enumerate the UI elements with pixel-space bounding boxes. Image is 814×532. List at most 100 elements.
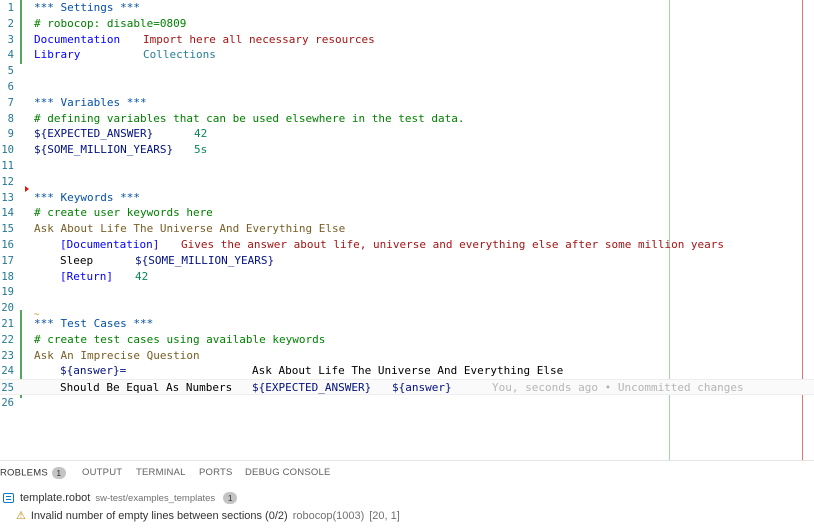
line-number: 5: [7, 65, 14, 78]
code-token: Sleep: [60, 253, 94, 267]
code-line[interactable]: 14 # create user keywords here: [0, 205, 814, 221]
file-name: template.robot: [20, 492, 91, 504]
line-number: 2: [7, 17, 14, 30]
code-token: Import here all necessary resources: [143, 32, 375, 46]
code-token: # defining variables that can be used el…: [34, 111, 465, 125]
tab-problems-label: ROBLEMS: [0, 467, 48, 479]
tab-debug-console[interactable]: DEBUG CONSOLE: [245, 467, 330, 478]
code-line[interactable]: 2 # robocop: disable=0809: [0, 16, 814, 32]
code-line[interactable]: 16 [Documentation] Gives the answer about …: [0, 237, 814, 253]
code-line[interactable]: 12: [0, 174, 814, 190]
line-number: 6: [7, 81, 14, 93]
code-token: Collections: [143, 48, 216, 62]
code-token: 42: [135, 269, 149, 283]
git-blame-annotation: You, seconds ago • Uncommitted changes: [492, 381, 744, 395]
code-line[interactable]: 4 Library Collections: [0, 47, 814, 63]
line-number: 1: [7, 2, 14, 14]
line-number: 7: [7, 96, 14, 109]
line-number: 13: [1, 191, 14, 204]
code-line[interactable]: 15 Ask About Life The Universe And Everyt…: [0, 221, 814, 237]
code-line[interactable]: 6: [0, 79, 814, 95]
code-token: *** Keywords ***: [34, 190, 140, 204]
line-number: 3: [7, 33, 14, 46]
code-line[interactable]: 1 *** Settings ***: [0, 0, 814, 16]
tab-output[interactable]: OUTPUT: [82, 467, 122, 478]
problems-count-badge: 1: [51, 467, 66, 479]
code-line[interactable]: 7 *** Variables ***: [0, 95, 814, 111]
code-line[interactable]: 3 Documentation Import here all necessary …: [0, 32, 814, 48]
code-line[interactable]: 5: [0, 63, 814, 79]
line-number: 24: [1, 365, 14, 378]
line-number: 15: [1, 223, 14, 236]
code-token: # create user keywords here: [34, 206, 213, 220]
line-number: 14: [1, 207, 14, 220]
code-token: 5s: [194, 143, 208, 157]
code-token: [Documentation]: [60, 238, 160, 251]
code-token: # robocop: disable=0809: [34, 16, 187, 30]
line-number: 4: [7, 49, 14, 62]
code-line[interactable]: 10 ${SOME_MILLION_YEARS} 5s: [0, 142, 814, 158]
line-number: 12: [1, 175, 14, 188]
line-number: 8: [7, 112, 14, 125]
problems-panel: ROBLEMS 1 OUTPUT TERMINAL PORTS DEBUG CON…: [0, 460, 814, 532]
code-line[interactable]: 11: [0, 158, 814, 174]
code-line[interactable]: 23 Ask An Imprecise Question: [0, 348, 814, 364]
file-icon: [3, 493, 14, 504]
problem-item[interactable]: ⚠ Invalid number of empty lines between s…: [16, 508, 400, 524]
code-line[interactable]: 26: [0, 395, 814, 411]
code-line[interactable]: 22 # create test cases using available ke…: [0, 332, 814, 348]
code-token: Library: [34, 48, 81, 62]
code-line[interactable]: 13 *** Keywords ***: [0, 190, 814, 206]
line-number: 18: [1, 270, 14, 283]
line-number: 25: [1, 382, 14, 395]
code-line[interactable]: 25 Should Be Equal As Numbers ${EXPECTED_A…: [0, 379, 814, 396]
file-problem-count: 1: [223, 492, 238, 505]
code-token: ${EXPECTED_ANSWER}: [34, 127, 154, 141]
line-number: 22: [1, 333, 14, 346]
code-token: ${SOME_MILLION_YEARS}: [34, 143, 174, 157]
line-number: 9: [7, 128, 14, 141]
code-token: Gives the answer about life, universe an…: [181, 238, 725, 251]
code-token: ${answer}: [392, 381, 452, 395]
problem-file-row[interactable]: template.robot sw-test/examples_templates…: [3, 490, 238, 506]
code-token: # create test cases using available keyw…: [34, 332, 326, 346]
code-line[interactable]: 8 # defining variables that can be used e…: [0, 111, 814, 127]
file-path: sw-test/examples_templates: [95, 493, 216, 504]
tab-problems[interactable]: ROBLEMS 1: [0, 467, 66, 479]
line-number: 21: [1, 318, 14, 330]
code-token: ${EXPECTED_ANSWER}: [252, 381, 372, 395]
code-token: Should Be Equal As Numbers: [60, 381, 233, 395]
line-number: 10: [1, 144, 14, 157]
code-token: ${SOME_MILLION_YEARS}: [135, 253, 275, 267]
code-token: Ask About Life The Universe And Everythi…: [34, 222, 346, 236]
tab-ports[interactable]: PORTS: [199, 467, 233, 478]
code-token: Ask An Imprecise Question: [34, 348, 200, 362]
line-number: 19: [1, 286, 14, 299]
warning-icon: ⚠: [16, 510, 26, 522]
code-editor[interactable]: ~ 1 *** Settings *** 2 # robocop: disable=0…: [0, 0, 814, 460]
code-token: 42: [194, 127, 208, 141]
line-number: 20: [1, 302, 14, 315]
line-number: 23: [1, 349, 14, 362]
code-line[interactable]: 19: [0, 284, 814, 300]
problem-location: [20, 1]: [369, 510, 400, 522]
code-token: [Return]: [60, 269, 113, 283]
code-line[interactable]: 17 Sleep ${SOME_MILLION_YEARS}: [0, 253, 814, 269]
problem-message: Invalid number of empty lines between se…: [30, 510, 288, 522]
code-line[interactable]: 24 ${answer}= Ask About Life The Universe …: [0, 363, 814, 379]
tab-terminal[interactable]: TERMINAL: [136, 467, 186, 478]
code-line[interactable]: 21 *** Test Cases ***: [0, 316, 814, 332]
code-token: *** Variables ***: [34, 95, 147, 109]
code-line[interactable]: 20: [0, 300, 814, 316]
code-token: *** Test Cases ***: [34, 317, 154, 330]
problem-source: robocop(1003): [292, 510, 365, 522]
code-line[interactable]: 9 ${EXPECTED_ANSWER} 42: [0, 126, 814, 142]
line-number: 16: [1, 239, 14, 251]
code-token: *** Settings ***: [34, 1, 140, 14]
code-line[interactable]: 18 [Return] 42: [0, 269, 814, 285]
line-number: 11: [1, 160, 14, 172]
code-token: ${answer}=: [60, 364, 127, 378]
line-number: 17: [1, 254, 14, 267]
code-token: Ask About Life The Universe And Everythi…: [252, 364, 564, 378]
code-token: Documentation: [34, 32, 121, 46]
